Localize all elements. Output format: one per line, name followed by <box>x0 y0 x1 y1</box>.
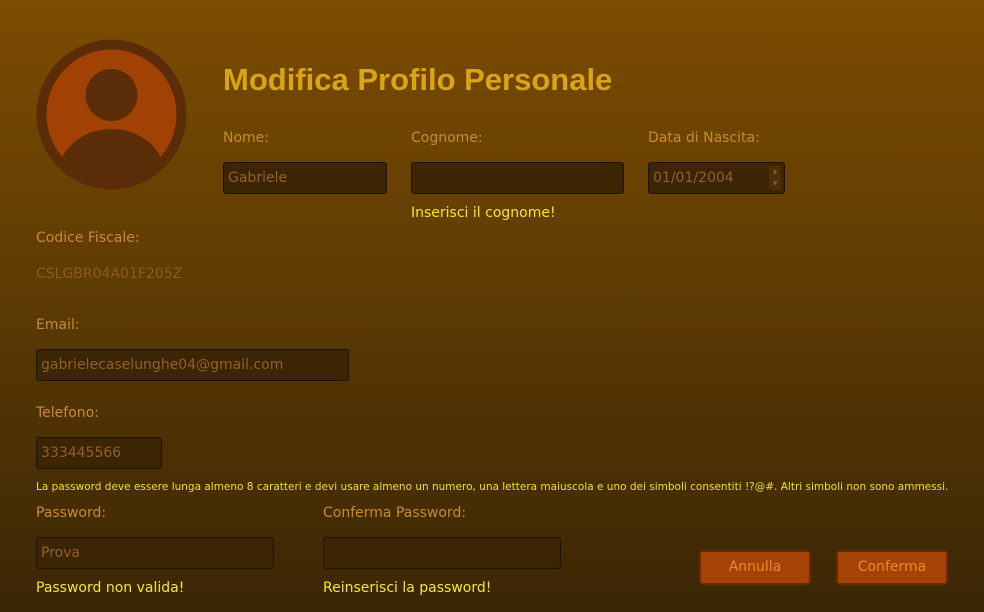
data-nascita-label: Data di Nascita: <box>648 130 760 146</box>
cognome-label: Cognome: <box>411 130 483 146</box>
spinner-down-icon[interactable]: ▼ <box>769 178 781 190</box>
cancel-button[interactable]: Annulla <box>699 550 811 585</box>
conferma-password-label: Conferma Password: <box>323 505 467 521</box>
spinner-up-icon[interactable]: ▲ <box>769 166 781 178</box>
confirm-button[interactable]: Conferma <box>836 550 948 585</box>
conferma-password-field[interactable] <box>323 537 561 569</box>
data-nascita-picker[interactable]: 01/01/2004 ▲ ▼ <box>648 162 785 194</box>
password-rules-note: La password deve essere lunga almeno 8 c… <box>36 481 949 493</box>
data-nascita-value: 01/01/2004 <box>653 170 734 186</box>
password-error: Password non valida! <box>36 580 185 596</box>
password-label: Password: <box>36 505 107 521</box>
codice-fiscale-value: CSLGBR04A01F205Z <box>36 266 183 282</box>
password-field[interactable]: Prova <box>36 537 274 569</box>
page-title: Modifica Profilo Personale <box>223 62 613 97</box>
email-label: Email: <box>36 317 80 333</box>
date-spinner[interactable]: ▲ ▼ <box>769 166 781 190</box>
telefono-label: Telefono: <box>36 405 99 421</box>
nome-label: Nome: <box>223 130 270 146</box>
nome-field[interactable]: Gabriele <box>223 162 387 194</box>
conferma-password-error: Reinserisci la password! <box>323 580 492 596</box>
cognome-error: Inserisci il cognome! <box>411 205 556 221</box>
avatar <box>36 39 187 190</box>
user-avatar-icon <box>36 39 187 190</box>
cognome-field[interactable] <box>411 162 624 194</box>
codice-fiscale-label: Codice Fiscale: <box>36 230 140 246</box>
email-field[interactable]: gabrielecaselunghe04@gmail.com <box>36 349 349 381</box>
telefono-field[interactable]: 333445566 <box>36 437 162 469</box>
